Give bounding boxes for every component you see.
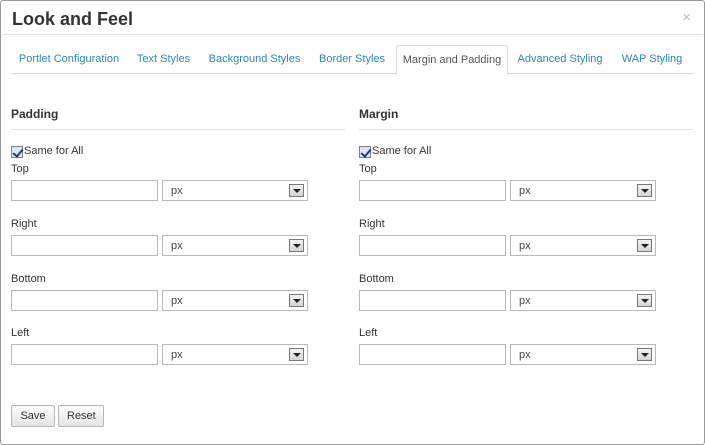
padding-same-for-all-label: Same for All <box>24 145 84 157</box>
save-button[interactable]: Save <box>11 405 55 427</box>
margin-left-label: Left <box>359 327 378 339</box>
padding-heading: Padding <box>11 107 59 121</box>
padding-left-unit-value: px <box>171 349 183 361</box>
chevron-down-icon[interactable] <box>289 184 304 197</box>
padding-right-input[interactable] <box>11 235 158 256</box>
chevron-down-icon[interactable] <box>289 239 304 252</box>
chevron-down-icon[interactable] <box>637 348 652 361</box>
tab-margin-and-padding[interactable]: Margin and Padding <box>396 45 508 75</box>
dialog-titlebar: Look and Feel × <box>2 2 703 35</box>
padding-top-unit-select[interactable]: px <box>162 180 308 201</box>
margin-right-unit-value: px <box>519 240 531 252</box>
padding-left-label: Left <box>11 327 30 339</box>
padding-right-unit-select[interactable]: px <box>162 235 308 256</box>
margin-same-for-all-label: Same for All <box>372 145 432 157</box>
look-and-feel-dialog: Look and Feel × Portlet Configuration Te… <box>0 0 705 445</box>
chevron-down-icon[interactable] <box>289 294 304 307</box>
chevron-down-icon[interactable] <box>637 239 652 252</box>
tab-bar: Portlet Configuration Text Styles Backgr… <box>11 45 694 75</box>
tab-background-styles[interactable]: Background Styles <box>200 45 309 74</box>
margin-right-input[interactable] <box>359 235 506 256</box>
margin-top-input[interactable] <box>359 180 506 201</box>
padding-left-unit-select[interactable]: px <box>162 344 308 365</box>
dialog-title: Look and Feel <box>12 9 134 29</box>
padding-right-unit-value: px <box>171 240 183 252</box>
padding-bottom-unit-select[interactable]: px <box>162 290 308 311</box>
margin-left-unit-select[interactable]: px <box>510 344 656 365</box>
chevron-down-icon[interactable] <box>637 294 652 307</box>
padding-divider <box>11 129 345 130</box>
margin-bottom-unit-value: px <box>519 295 531 307</box>
margin-same-for-all[interactable]: Same for All <box>359 145 479 159</box>
tab-wap-styling[interactable]: WAP Styling <box>612 45 692 74</box>
margin-top-unit-select[interactable]: px <box>510 180 656 201</box>
tab-text-styles[interactable]: Text Styles <box>127 45 200 74</box>
margin-same-for-all-checkbox[interactable] <box>359 146 371 158</box>
tab-border-styles[interactable]: Border Styles <box>309 45 395 74</box>
margin-top-label: Top <box>359 163 377 175</box>
padding-right-label: Right <box>11 218 37 230</box>
margin-heading: Margin <box>359 107 399 121</box>
padding-bottom-label: Bottom <box>11 273 46 285</box>
reset-button[interactable]: Reset <box>58 405 104 427</box>
margin-right-unit-select[interactable]: px <box>510 235 656 256</box>
margin-divider <box>359 129 693 130</box>
margin-right-label: Right <box>359 218 385 230</box>
padding-top-label: Top <box>11 163 29 175</box>
padding-same-for-all[interactable]: Same for All <box>11 145 131 159</box>
padding-same-for-all-checkbox[interactable] <box>11 146 23 158</box>
margin-bottom-input[interactable] <box>359 290 506 311</box>
padding-left-input[interactable] <box>11 344 158 365</box>
padding-top-unit-value: px <box>171 185 183 197</box>
padding-bottom-unit-value: px <box>171 295 183 307</box>
tab-advanced-styling[interactable]: Advanced Styling <box>508 45 612 74</box>
close-icon[interactable]: × <box>682 10 691 25</box>
chevron-down-icon[interactable] <box>637 184 652 197</box>
margin-top-unit-value: px <box>519 185 531 197</box>
margin-bottom-label: Bottom <box>359 273 394 285</box>
margin-bottom-unit-select[interactable]: px <box>510 290 656 311</box>
tab-portlet-configuration[interactable]: Portlet Configuration <box>11 45 127 74</box>
padding-top-input[interactable] <box>11 180 158 201</box>
margin-left-unit-value: px <box>519 349 531 361</box>
margin-left-input[interactable] <box>359 344 506 365</box>
chevron-down-icon[interactable] <box>289 348 304 361</box>
padding-bottom-input[interactable] <box>11 290 158 311</box>
